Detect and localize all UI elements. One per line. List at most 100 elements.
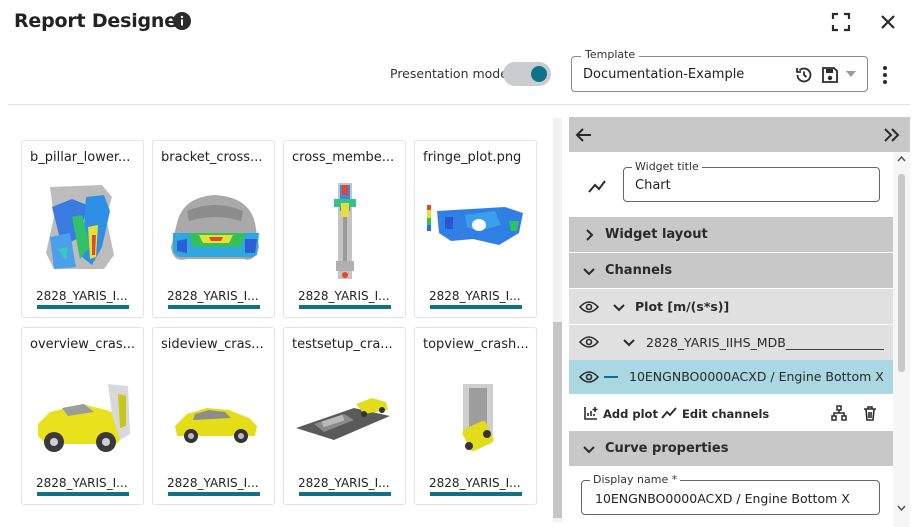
chevron-down-icon [583, 268, 595, 276]
close-icon[interactable] [878, 12, 898, 32]
panel-scrollbar-thumb[interactable] [898, 174, 905, 372]
card-caption: 2828_YARIS_I... [167, 289, 259, 303]
channels-section[interactable]: Channels [569, 253, 893, 288]
curve-properties-label: Curve properties [605, 441, 729, 456]
channel-label: 10ENGNBO0000ACXD / Engine Bottom X [629, 369, 884, 384]
bracket-fringe-image [171, 195, 259, 260]
topview-crash-car-image [462, 384, 494, 452]
card-title: b_pillar_lower... [30, 150, 131, 165]
chevron-down-icon[interactable] [897, 504, 906, 512]
curve-color-swatch [604, 376, 618, 378]
card-title: fringe_plot.png [423, 150, 522, 165]
image-card[interactable]: cross_membe... 2828_YARIS_I... [283, 140, 406, 318]
image-card[interactable]: overview_cras... 2828_YARIS_I... [21, 327, 144, 505]
card-caption: 2828_YARIS_I... [36, 476, 128, 490]
widget-title-value: Chart [635, 178, 671, 193]
toggle-knob [531, 66, 547, 82]
card-title: overview_cras... [30, 337, 136, 352]
card-accent-bar [37, 492, 129, 496]
chevron-up-icon[interactable] [897, 155, 906, 163]
page-title: Report Designer [14, 10, 187, 32]
save-icon[interactable] [820, 65, 840, 85]
channel-row[interactable]: 10ENGNBO0000ACXD / Engine Bottom X [569, 360, 893, 394]
template-select[interactable]: Template Documentation-Example [571, 48, 868, 92]
chevron-down-icon[interactable] [844, 69, 858, 79]
line-chart-icon [588, 180, 606, 193]
chevron-down-icon [583, 446, 595, 454]
widget-layout-label: Widget layout [605, 227, 708, 242]
card-caption: 2828_YARIS_I... [429, 476, 521, 490]
hierarchy-icon[interactable] [831, 405, 847, 421]
card-caption: 2828_YARIS_I... [298, 476, 390, 490]
card-accent-bar [430, 305, 522, 309]
add-plot-button[interactable]: Add plot [603, 407, 658, 421]
presentation-mode-toggle[interactable] [503, 62, 551, 86]
card-title: topview_crash... [423, 337, 529, 352]
card-accent-bar [168, 305, 260, 309]
toolbar-divider [8, 104, 910, 105]
card-caption: 2828_YARIS_I... [429, 289, 521, 303]
card-accent-bar [430, 492, 522, 496]
presentation-mode-label: Presentation mode [390, 66, 508, 81]
cross-member-fringe-image [334, 183, 356, 279]
dataset-row[interactable]: 2828_YARIS_IIHS_MDB________________s_... [569, 325, 893, 360]
display-name-field[interactable]: Display name * 10ENGNBO0000ACXD / Engine… [581, 473, 880, 515]
image-card[interactable]: fringe_plot.png 2828_YARIS_I... [414, 140, 537, 318]
sideview-crash-car-image [175, 408, 257, 443]
image-card[interactable]: bracket_cross... 2828_YARIS_I... [152, 140, 275, 318]
card-title: testsetup_cra... [292, 337, 393, 352]
history-icon[interactable] [794, 65, 814, 85]
gallery-scrollbar[interactable] [553, 118, 562, 522]
double-chevron-right-icon[interactable] [882, 126, 902, 144]
image-card[interactable]: topview_crash... 2828_YARIS_I... [414, 327, 537, 505]
card-accent-bar [299, 492, 391, 496]
display-name-value: 10ENGNBO0000ACXD / Engine Bottom X [595, 491, 850, 506]
edit-channels-icon[interactable] [661, 405, 677, 421]
more-options-icon[interactable] [877, 64, 893, 86]
add-plot-icon[interactable] [583, 405, 599, 421]
plot-row[interactable]: Plot [m/(s*s)] [569, 289, 893, 324]
card-caption: 2828_YARIS_I... [36, 289, 128, 303]
card-accent-bar [299, 305, 391, 309]
eye-icon[interactable] [579, 335, 599, 349]
delete-icon[interactable] [862, 405, 878, 421]
channels-label: Channels [605, 263, 673, 278]
template-label: Template [581, 48, 640, 61]
info-icon[interactable] [172, 11, 192, 31]
b-pillar-fringe-image [46, 185, 114, 269]
dataset-label: 2828_YARIS_IIHS_MDB________________s_... [646, 335, 884, 350]
image-card[interactable]: b_pillar_lower... 2828_YARIS_I... [21, 140, 144, 318]
chevron-down-icon[interactable] [623, 336, 635, 348]
card-caption: 2828_YARIS_I... [298, 289, 390, 303]
edit-channels-button[interactable]: Edit channels [682, 407, 769, 421]
widget-title-field[interactable]: Widget title Chart [623, 160, 880, 202]
image-card[interactable]: sideview_cras... 2828_YARIS_I... [152, 327, 275, 505]
card-title: cross_membe... [292, 150, 395, 165]
panel-scrollbar[interactable] [893, 152, 910, 527]
chevron-right-icon [586, 229, 594, 241]
arrow-back-icon[interactable] [575, 126, 593, 144]
widget-title-label: Widget title [632, 160, 702, 173]
chevron-down-icon[interactable] [613, 301, 625, 313]
image-card[interactable]: testsetup_cra... 2828_YARIS_I... [283, 327, 406, 505]
plot-label: Plot [m/(s*s)] [635, 299, 730, 314]
template-value: Documentation-Example [583, 67, 745, 82]
card-caption: 2828_YARIS_I... [167, 476, 259, 490]
curve-properties-section[interactable]: Curve properties [569, 431, 893, 466]
widget-properties-panel: Widget title Chart Widget layout Channel… [569, 117, 910, 527]
panel-header [569, 117, 910, 152]
gallery-scrollbar-thumb[interactable] [553, 322, 562, 518]
display-name-label: Display name * [590, 473, 681, 486]
card-title: sideview_cras... [161, 337, 264, 352]
fringe-plot-image [427, 205, 523, 245]
widget-layout-section[interactable]: Widget layout [569, 217, 893, 252]
testsetup-crash-image [296, 398, 390, 440]
card-title: bracket_cross... [161, 150, 263, 165]
overview-crash-car-image [38, 384, 130, 452]
eye-icon[interactable] [579, 300, 599, 314]
card-accent-bar [168, 492, 260, 496]
card-accent-bar [37, 305, 129, 309]
channel-actions: Add plot Edit channels [569, 395, 893, 431]
fullscreen-icon[interactable] [830, 11, 852, 33]
eye-icon[interactable] [579, 370, 599, 384]
